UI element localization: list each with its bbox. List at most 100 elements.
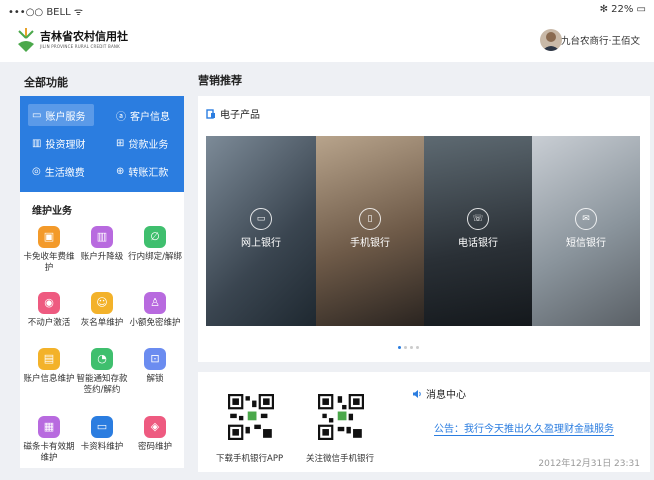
maint-item-label: 密码维护 [137, 442, 172, 452]
maint-item[interactable]: ▥ 账户升降级 [75, 226, 129, 263]
product-icon [206, 108, 215, 119]
maint-item-label: 行内绑定/解绑 [128, 252, 182, 262]
banner-label: 短信银行 [566, 238, 606, 249]
maint-item-label: 卡免收年费维护 [23, 252, 75, 273]
maint-item-label: 小额免密维护 [129, 318, 181, 328]
qr-code-wechat[interactable] [318, 394, 364, 440]
graylist-icon: ☺ [91, 292, 113, 314]
maint-item[interactable]: ▭ 卡资料维护 [75, 416, 129, 453]
quick-account-service[interactable]: ▭ 账户服务 [28, 104, 94, 126]
banner-label: 电话银行 [458, 238, 498, 249]
maint-item[interactable]: ⊡ 解锁 [128, 348, 182, 385]
level-icon: ▥ [91, 226, 113, 248]
account-info-icon: ▤ [38, 348, 60, 370]
message-center-card: 消息中心 公告：我行今天推出久久盈理财金融服务 2012年12月31日 23:3… [404, 372, 650, 472]
banner-label: 网上银行 [241, 238, 281, 249]
qr-wechat-label: 关注微信手机银行 [306, 454, 375, 464]
user-circle-icon: ⓐ [116, 111, 126, 123]
banner-tel-bank[interactable]: ☏ 电话银行 [438, 208, 518, 249]
header: 吉林省农村信用社 JILIN PROVINCE RURAL CREDIT BAN… [0, 20, 654, 62]
quick-label: 转账汇款 [128, 167, 169, 179]
bill-icon: ◎ [32, 165, 41, 177]
quick-investment[interactable]: ▥ 投资理财 [28, 132, 94, 154]
maint-item[interactable]: ◈ 密码维护 [128, 416, 182, 453]
maint-item-label: 不动户激活 [27, 318, 71, 328]
dot-active[interactable] [398, 346, 401, 349]
qr-code-app[interactable] [228, 394, 274, 440]
quick-label: 客户信息 [130, 111, 170, 123]
unlock-icon: ⊡ [144, 348, 166, 370]
avatar[interactable] [540, 29, 562, 51]
maint-item-label: 卡资料维护 [80, 442, 124, 452]
logo-text-en: JILIN PROVINCE RURAL CREDIT BANK [40, 44, 120, 49]
maint-item[interactable]: ☺ 灰名单维护 [75, 292, 129, 329]
bank-logo: 吉林省农村信用社 JILIN PROVINCE RURAL CREDIT BAN… [16, 26, 136, 56]
maint-item[interactable]: ∅ 行内绑定/解绑 [128, 226, 182, 263]
quick-customer-info[interactable]: ⓐ 客户信息 [112, 104, 182, 126]
telephone-icon: ☏ [467, 208, 489, 230]
maint-item-label: 账户升降级 [80, 252, 124, 262]
quick-bill-pay[interactable]: ◎ 生活缴费 [28, 160, 94, 182]
banner-sms-bank[interactable]: ✉ 短信银行 [546, 208, 626, 249]
banner-online-bank[interactable]: ▭ 网上银行 [221, 208, 301, 249]
battery-status: ✻ 22% ▭ [599, 4, 646, 15]
quick-label: 账户服务 [45, 111, 86, 123]
mail-icon: ✉ [575, 208, 597, 230]
maint-item-label: 磁条卡有效期维护 [23, 442, 75, 463]
monitor-icon: ▭ [250, 208, 272, 230]
maint-item[interactable]: ▤ 账户信息维护 [22, 348, 76, 385]
maint-item[interactable]: ♙ 小额免密维护 [128, 292, 182, 329]
maint-item[interactable]: ▣ 卡免收年费维护 [22, 226, 76, 274]
quick-transfer[interactable]: ⊕ 转账汇款 [112, 160, 182, 182]
quick-label: 投资理财 [45, 139, 86, 151]
logo-icon [18, 28, 34, 52]
msg-title: 消息中心 [426, 390, 466, 401]
maint-item-label: 解锁 [146, 374, 164, 384]
fee-icon: ▣ [38, 226, 60, 248]
electronic-products-card: 电子产品 ▭ 网上银行 ▯ 手机银行 ☏ 电话银行 ✉ 短信银行 [198, 96, 650, 362]
announcement-link[interactable]: 公告：我行今天推出久久盈理财金融服务 [434, 420, 614, 436]
ep-title: 电子产品 [220, 110, 260, 121]
quick-label: 生活缴费 [44, 167, 85, 179]
dot[interactable] [416, 346, 419, 349]
user-icon [542, 32, 560, 51]
maint-item-label: 智能通知存款签约/解约 [76, 374, 128, 395]
qr-card: 下载手机银行APP 关注微信手机银行 [198, 372, 418, 472]
marketing-title: 营销推荐 [198, 74, 242, 87]
status-bar: •••○○ BELL ᯤ ✻ 22% ▭ [0, 0, 654, 20]
quick-loan[interactable]: ⊞ 贷款业务 [112, 132, 182, 154]
phone-icon: ▯ [359, 208, 381, 230]
maint-item-label: 灰名单维护 [80, 318, 124, 328]
all-functions-title: 全部功能 [24, 76, 68, 89]
maint-item-label: 账户信息维护 [23, 374, 75, 384]
dot[interactable] [410, 346, 413, 349]
product-carousel[interactable]: ▭ 网上银行 ▯ 手机银行 ☏ 电话银行 ✉ 短信银行 [206, 136, 640, 326]
transfer-icon: ⊕ [116, 165, 125, 177]
carousel-dots[interactable] [398, 346, 419, 349]
password-icon: ◈ [144, 416, 166, 438]
dot[interactable] [404, 346, 407, 349]
msg-header: 消息中心 [412, 386, 466, 401]
notice-icon: ◔ [91, 348, 113, 370]
quick-label: 贷款业务 [128, 139, 169, 151]
activate-icon: ◉ [38, 292, 60, 314]
banner-label: 手机银行 [350, 238, 390, 249]
announcement-date: 2012年12月31日 23:31 [538, 459, 640, 469]
ep-header: 电子产品 [206, 106, 260, 121]
speaker-icon [413, 389, 421, 398]
carrier-signal: •••○○ BELL ᯤ [8, 7, 83, 18]
calendar-icon: ▦ [38, 416, 60, 438]
maint-item[interactable]: ▦ 磁条卡有效期维护 [22, 416, 76, 464]
card-icon: ▭ [32, 109, 42, 121]
maint-item[interactable]: ◔ 智能通知存款签约/解约 [75, 348, 129, 396]
maint-item[interactable]: ◉ 不动户激活 [22, 292, 76, 329]
chart-icon: ▥ [32, 137, 42, 149]
password-free-icon: ♙ [144, 292, 166, 314]
loan-icon: ⊞ [116, 137, 125, 149]
logo-text-cn: 吉林省农村信用社 [40, 30, 128, 43]
user-name: 九台农商行·王佰文 [560, 36, 640, 47]
link-icon: ∅ [144, 226, 166, 248]
card-info-icon: ▭ [91, 416, 113, 438]
banner-mobile-bank[interactable]: ▯ 手机银行 [330, 208, 410, 249]
quick-functions: ▭ 账户服务 ⓐ 客户信息 ▥ 投资理财 ⊞ 贷款业务 ◎ 生活缴费 ⊕ 转账汇… [20, 96, 184, 192]
